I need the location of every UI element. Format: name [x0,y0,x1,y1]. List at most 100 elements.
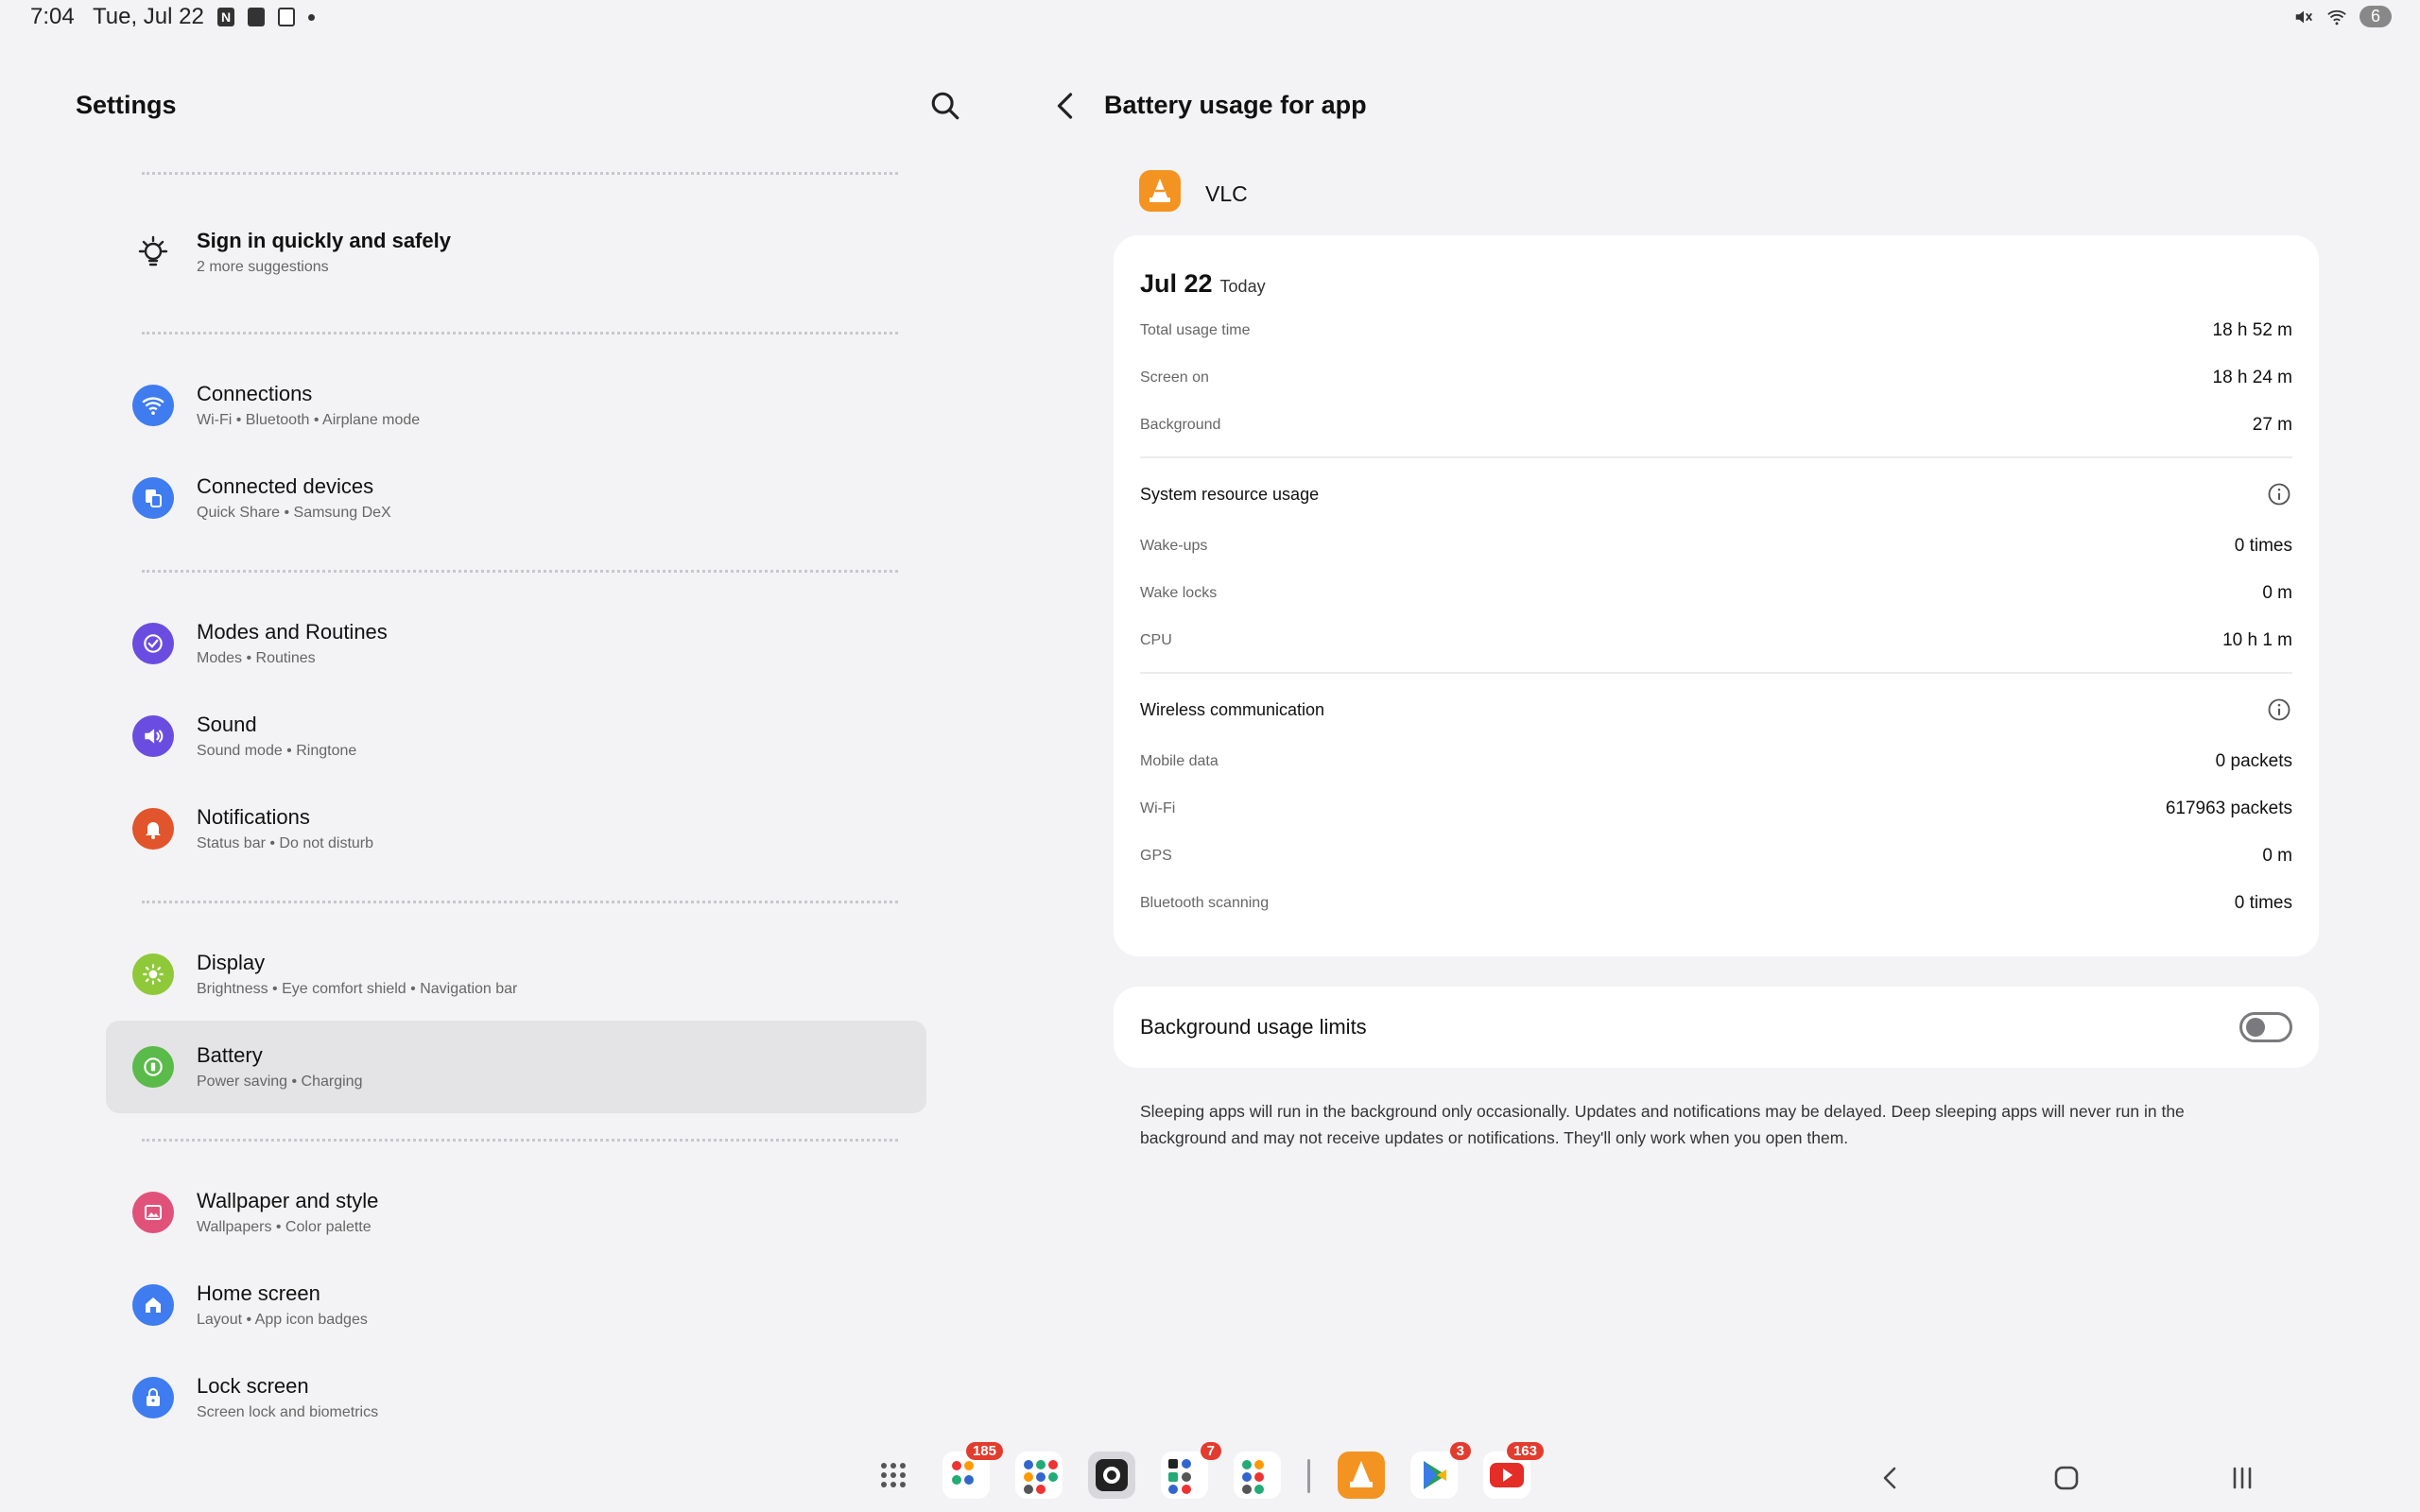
settings-item-label: Notifications [197,805,310,829]
battery-icon [132,1046,174,1088]
divider [1140,456,2292,458]
wifi-icon [132,385,174,426]
stat-value: 0 times [2234,536,2292,556]
vlc-taskbar-icon[interactable] [1338,1452,1385,1499]
settings-item-subtitle: Power saving • Charging [197,1074,363,1090]
stat-row: Total usage time 18 h 52 m [1140,320,2292,351]
stat-row: Background 27 m [1140,415,2292,445]
background-limits-card[interactable]: Background usage limits [1114,987,2319,1068]
background-limits-toggle[interactable] [2239,1012,2292,1042]
devices-icon [132,477,174,519]
status-time: 7:04 [30,4,75,29]
play-store-icon[interactable]: 3 [1410,1442,1471,1499]
stat-value: 0 packets [2215,751,2292,771]
youtube-icon[interactable]: 163 [1483,1442,1544,1499]
settings-item-subtitle: Status bar • Do not disturb [197,835,374,851]
stat-label: CPU [1140,632,1172,648]
speaker-icon [132,715,174,757]
stat-row: Screen on 18 h 24 m [1140,368,2293,398]
stat-value: 0 times [2234,893,2292,913]
settings-item-label: Wallpaper and style [197,1189,379,1212]
lock-icon [132,1377,174,1418]
system-status-icons: 6 [2293,6,2392,27]
stat-label: Wake locks [1140,585,1218,601]
settings-item-connected-devices[interactable]: Connected devices Quick Share • Samsung … [106,452,926,544]
settings-item-label: Modes and Routines [197,620,388,644]
nav-back-icon[interactable] [1870,1457,1911,1499]
stat-row: Wake locks 0 m [1140,583,2292,613]
sleeping-apps-note: Sleeping apps will run in the background… [1140,1102,2185,1147]
page-title: Battery usage for app [1104,91,1367,119]
stat-row: GPS 0 m [1140,846,2292,876]
stat-value: 10 h 1 m [2222,630,2292,650]
settings-item-subtitle: Wi-Fi • Bluetooth • Airplane mode [197,412,421,428]
stat-label: Background [1140,417,1221,433]
app-folder-2[interactable] [1015,1452,1063,1499]
notification-icon [248,8,265,26]
suggestion-title: Sign in quickly and safely [197,229,451,252]
settings-item-connections[interactable]: Connections Wi-Fi • Bluetooth • Airplane… [106,359,926,452]
app-folder-3[interactable]: 7 [1161,1442,1221,1499]
settings-item-label: Sound [197,713,257,736]
section-title: Wireless communication [1140,700,1325,719]
vlc-app-icon [1139,170,1181,212]
stat-row: Wake-ups 0 times [1140,536,2292,566]
routines-icon [132,623,174,664]
settings-item-sound[interactable]: Sound Sound mode • Ringtone [106,690,926,782]
battery-status-badge: 6 [2359,6,2392,27]
stat-label: Mobile data [1140,753,1219,769]
stat-label: Wake-ups [1140,538,1208,554]
status-date: Tue, Jul 22 [93,4,204,29]
section-title: System resource usage [1140,485,1320,504]
taskbar: 185 7 3 163 [0,1436,2420,1512]
app-name: VLC [1205,181,1248,206]
camera-app-icon[interactable] [1088,1452,1135,1499]
settings-item-home-screen[interactable]: Home screen Layout • App icon badges [106,1259,926,1351]
stat-label: Screen on [1140,369,1209,386]
app-folder-4[interactable] [1234,1452,1281,1499]
settings-item-lock-screen[interactable]: Lock screen Screen lock and biometrics [106,1351,926,1444]
settings-item-subtitle: Wallpapers • Color palette [197,1219,372,1235]
settings-item-modes-routines[interactable]: Modes and Routines Modes • Routines [106,597,926,690]
background-limits-label: Background usage limits [1140,1015,1367,1039]
more-notifications-dot [308,13,315,21]
lightbulb-icon [138,235,168,266]
stat-value: 18 h 24 m [2212,368,2293,387]
divider [1140,672,2292,674]
info-icon[interactable] [2266,696,2292,723]
usage-card: Jul 22 Today Total usage time 18 h 52 m S… [1114,235,2319,956]
nav-recents-icon[interactable] [2221,1457,2263,1499]
app-folder-1[interactable]: 185 [942,1442,1003,1499]
stat-row: CPU 10 h 1 m [1140,630,2292,661]
status-bar: 7:04 Tue, Jul 22 N 6 [0,0,2420,38]
stat-value: 617963 packets [2165,799,2292,818]
suggestion-sign-in[interactable]: Sign in quickly and safely 2 more sugges… [106,206,926,299]
settings-item-label: Lock screen [197,1374,309,1398]
info-icon[interactable] [2266,481,2292,507]
settings-item-display[interactable]: Display Brightness • Eye comfort shield … [106,928,926,1021]
date-header: Jul 22 Today [1140,269,1266,299]
stat-label: Bluetooth scanning [1140,895,1270,911]
search-icon[interactable] [929,90,961,122]
settings-item-subtitle: Layout • App icon badges [197,1312,368,1328]
stat-label: Wi-Fi [1140,800,1176,816]
settings-item-battery[interactable]: Battery Power saving • Charging [106,1021,926,1113]
notification-badge: 185 [965,1442,1003,1460]
settings-item-label: Battery [197,1043,263,1067]
notification-badge: 7 [1200,1442,1221,1460]
netflix-notification-icon: N [217,8,234,26]
settings-item-subtitle: Brightness • Eye comfort shield • Naviga… [197,981,518,997]
settings-item-notifications[interactable]: Notifications Status bar • Do not distur… [106,782,926,875]
home-icon [132,1284,174,1326]
nav-home-icon[interactable] [2046,1457,2087,1499]
taskbar-separator [1307,1459,1310,1493]
settings-item-wallpaper[interactable]: Wallpaper and style Wallpapers • Color p… [106,1166,926,1259]
app-drawer-icon[interactable] [870,1452,917,1499]
settings-item-subtitle: Screen lock and biometrics [197,1404,379,1420]
settings-item-subtitle: Sound mode • Ringtone [197,743,357,759]
back-arrow-icon[interactable] [1049,87,1083,125]
settings-item-label: Connections [197,382,313,405]
settings-item-subtitle: Modes • Routines [197,650,316,666]
suggestion-subtitle: 2 more suggestions [197,259,329,275]
divider [142,901,898,903]
